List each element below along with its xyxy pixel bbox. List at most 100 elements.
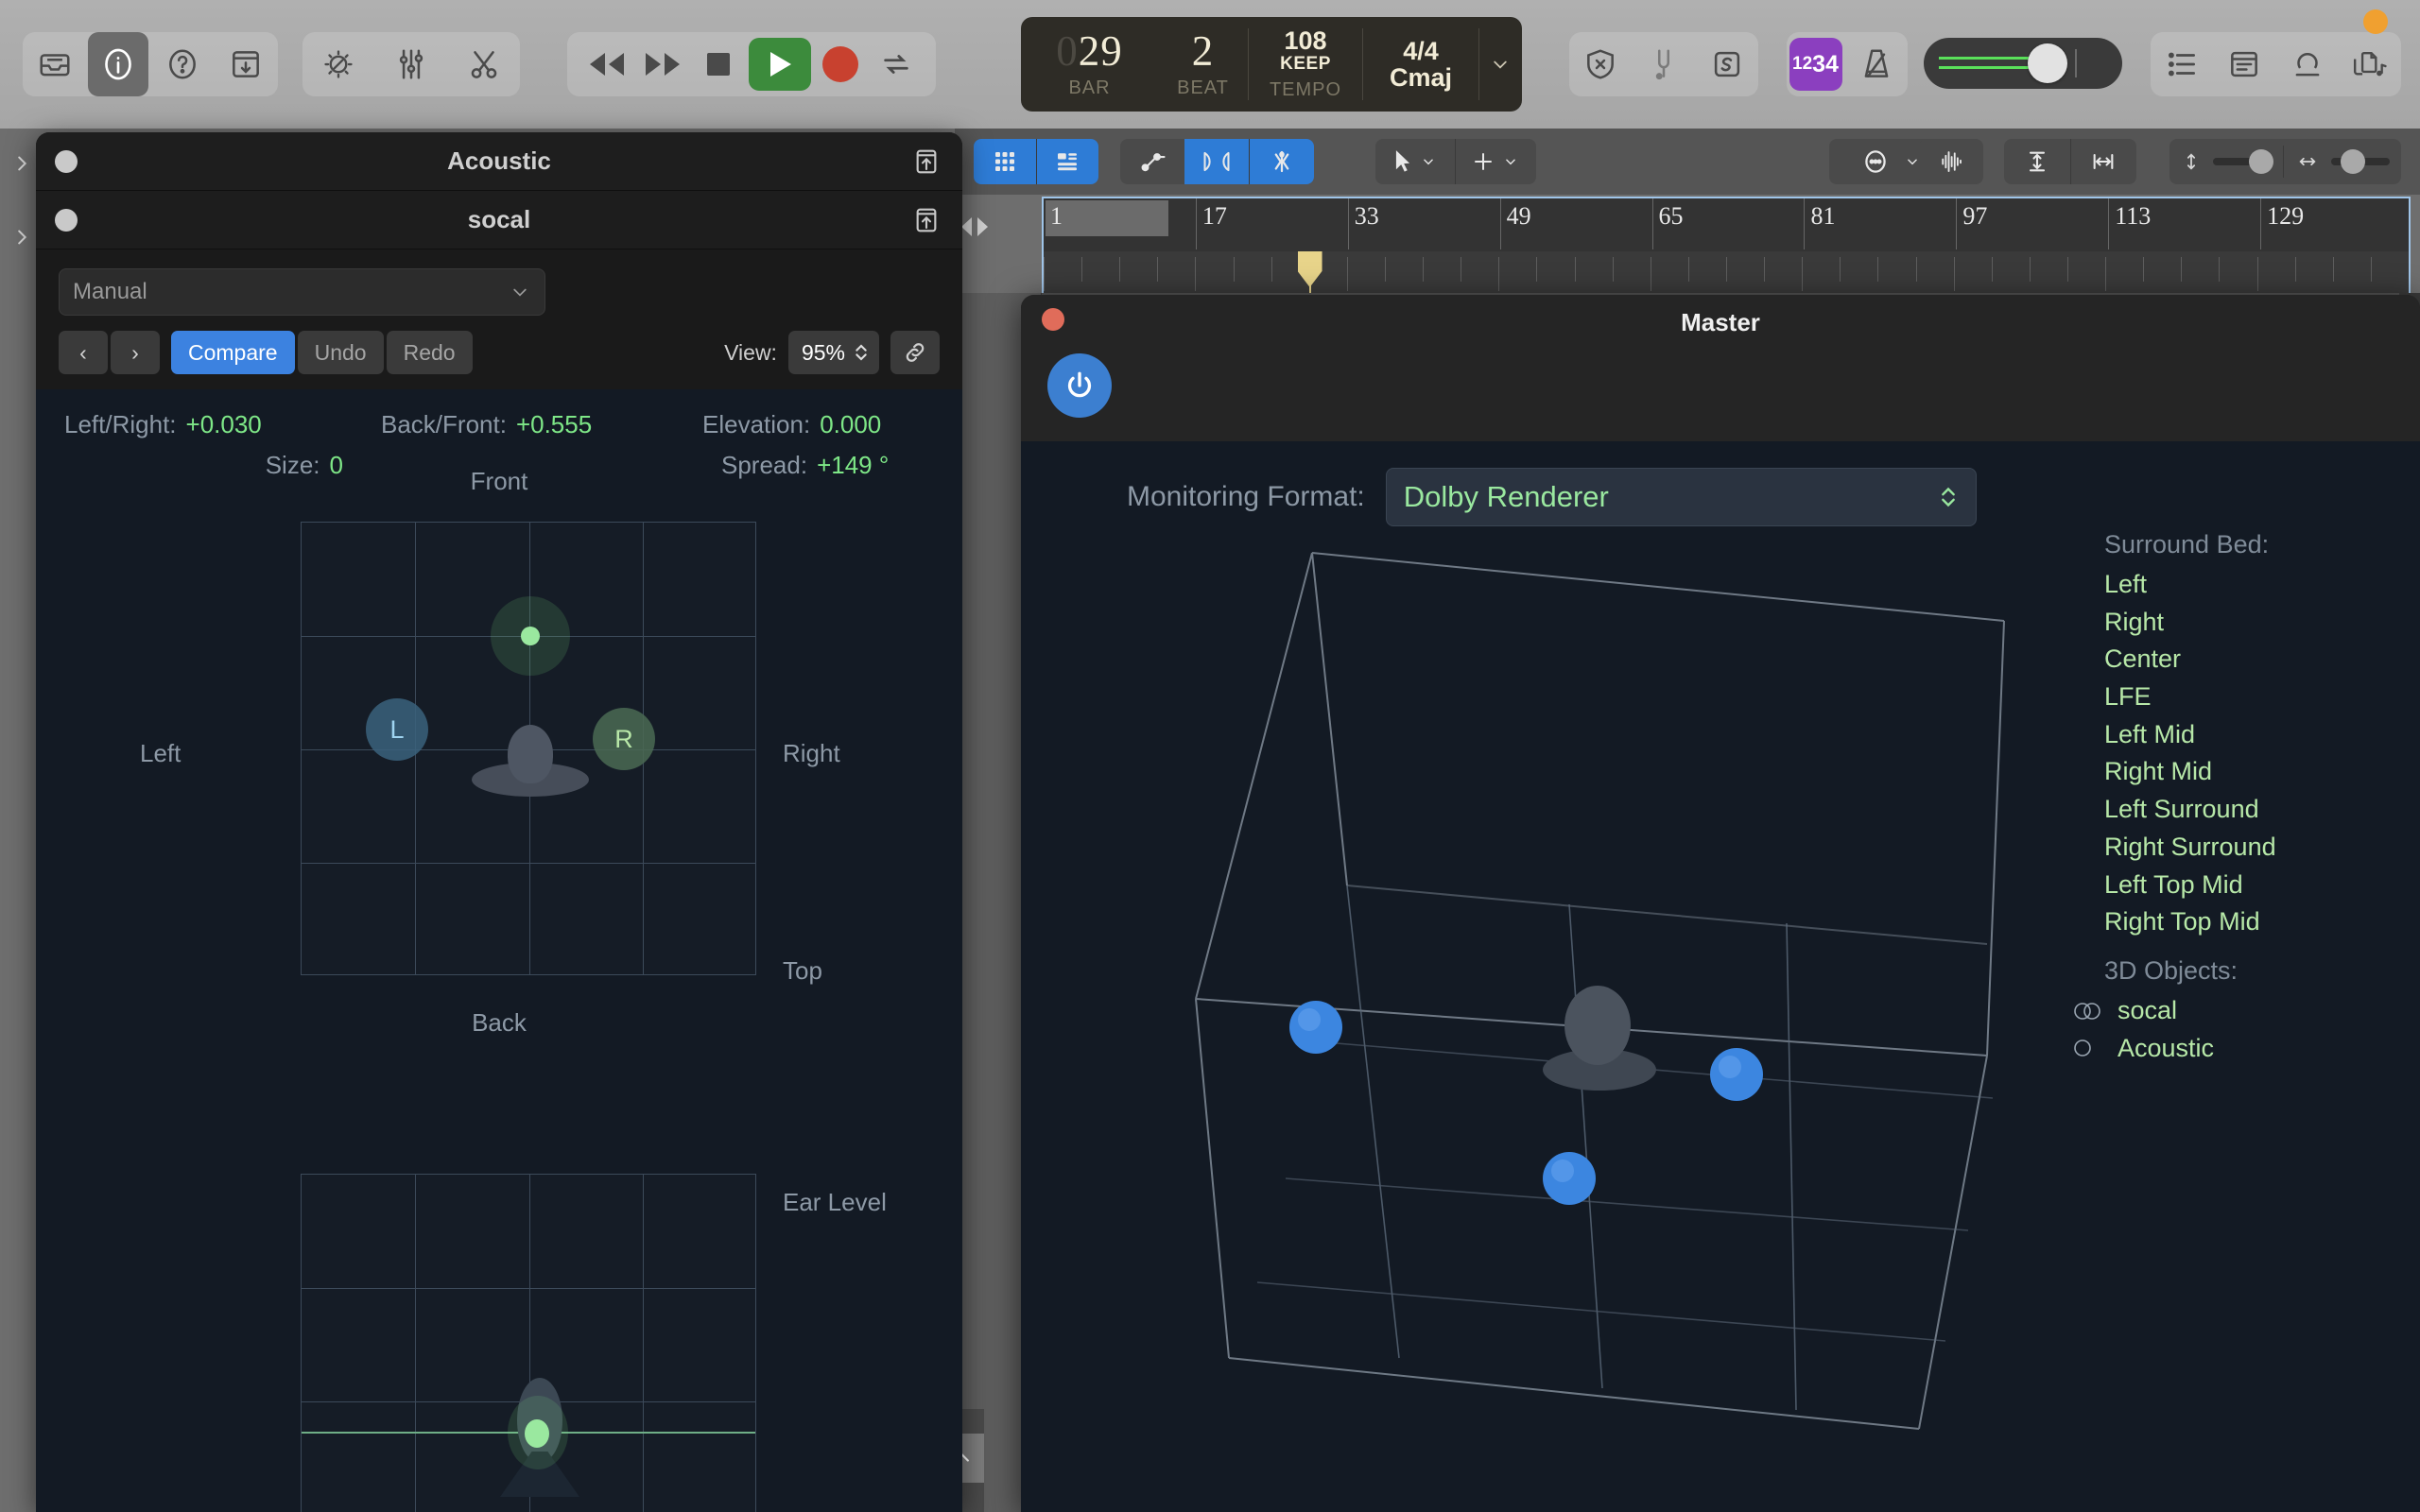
- link-icon[interactable]: [890, 331, 940, 374]
- ruler-mark: 65: [1658, 202, 1684, 230]
- timeline-ruler[interactable]: 1 17 33 49 65 81 97 113 129: [955, 195, 2420, 253]
- master-volume-slider[interactable]: [1924, 38, 2122, 89]
- bed-channel-left-surround[interactable]: Left Surround: [2104, 791, 2397, 829]
- cycle-button[interactable]: [870, 38, 923, 91]
- redo-button[interactable]: Redo: [386, 331, 473, 374]
- horizontal-zoom-icon[interactable]: [2071, 139, 2137, 184]
- room-3d-view[interactable]: [1172, 526, 2023, 1434]
- snap-icon[interactable]: [1250, 139, 1314, 184]
- stop-button[interactable]: [692, 38, 745, 91]
- monitoring-format-select[interactable]: Dolby Renderer: [1385, 468, 1977, 526]
- zoom-sliders-group: [2169, 139, 2401, 184]
- metronome-icon[interactable]: [1847, 32, 1906, 96]
- lcd-time-signature: 4/4: [1403, 36, 1439, 65]
- prev-preset-button[interactable]: ‹: [59, 331, 108, 374]
- loops-icon[interactable]: [2278, 32, 2337, 96]
- inner-close-icon[interactable]: [55, 209, 78, 232]
- vertical-zoom-icon[interactable]: [2004, 139, 2070, 184]
- view-zoom-stepper[interactable]: 95%: [787, 331, 879, 374]
- tuner-icon[interactable]: [308, 32, 369, 96]
- bed-channel-right[interactable]: Right: [2104, 604, 2397, 642]
- play-button[interactable]: [748, 38, 811, 91]
- list-view-icon[interactable]: [1036, 139, 1098, 184]
- help-icon[interactable]: [152, 32, 213, 96]
- ruler-subtick: [1991, 257, 1993, 282]
- elevation-pan-grid[interactable]: [301, 1174, 756, 1512]
- label-left: Left: [140, 739, 182, 767]
- smart-controls-icon[interactable]: [216, 32, 276, 96]
- lcd-display[interactable]: 029 BAR 2 BEAT 108 KEEP TEMPO 4/4 Cmaj: [1021, 17, 1522, 112]
- lcd-chevron-down-icon[interactable]: [1479, 17, 1521, 112]
- expand-inspector-icon[interactable]: [11, 149, 32, 182]
- mixer-icon[interactable]: [381, 32, 441, 96]
- bed-channel-left[interactable]: Left: [2104, 566, 2397, 604]
- horizontal-zoom-slider[interactable]: [2330, 149, 2390, 174]
- ruler-subtick: [2105, 257, 2107, 291]
- status-dot: [2363, 9, 2388, 34]
- flex-icon[interactable]: [1184, 139, 1249, 184]
- readout-back-front: Back/Front: +0.555: [381, 410, 593, 438]
- object-item-acoustic[interactable]: Acoustic: [2072, 1030, 2397, 1068]
- close-icon[interactable]: [55, 150, 78, 173]
- power-icon[interactable]: [1047, 353, 1112, 418]
- ruler-subtick: [1687, 257, 1689, 282]
- fast-forward-button[interactable]: [636, 38, 689, 91]
- object-name: Acoustic: [2118, 1033, 2215, 1062]
- count-in-icon[interactable]: 12 34: [1789, 38, 1842, 91]
- scissors-icon[interactable]: [454, 32, 514, 96]
- grid-view-icon[interactable]: [974, 139, 1036, 184]
- plugin-inner-titlebar[interactable]: socal: [36, 191, 962, 249]
- ruler-subtick: [1574, 257, 1576, 282]
- source-dot[interactable]: [521, 627, 540, 645]
- plugin-inner-panel: socal Manual ‹ › Compare Undo Redo View:…: [36, 191, 962, 1512]
- bed-channel-right-mid[interactable]: Right Mid: [2104, 753, 2397, 791]
- bed-channel-right-surround[interactable]: Right Surround: [2104, 829, 2397, 867]
- panner-readouts: Left/Right: +0.030 Back/Front: +0.555 El…: [36, 389, 962, 439]
- marquee-tool-icon[interactable]: [1456, 139, 1535, 184]
- info-icon[interactable]: [88, 32, 149, 96]
- edit-mode-group: [1120, 139, 1314, 184]
- ruler-subtick: [1536, 257, 1538, 282]
- master-titlebar[interactable]: Master: [1021, 295, 2420, 441]
- bed-channel-left-mid[interactable]: Left Mid: [2104, 716, 2397, 754]
- browsers-icon[interactable]: [2341, 32, 2399, 96]
- undo-button[interactable]: Undo: [297, 331, 384, 374]
- view-label: View:: [724, 339, 777, 365]
- next-preset-button[interactable]: ›: [111, 331, 160, 374]
- bed-channel-left-top-mid[interactable]: Left Top Mid: [2104, 867, 2397, 904]
- bed-channel-right-top-mid[interactable]: Right Top Mid: [2104, 903, 2397, 941]
- ruler-mark: 17: [1201, 202, 1227, 230]
- waveform-icon[interactable]: [1919, 139, 1983, 184]
- puck-left[interactable]: L: [366, 698, 428, 761]
- solo-icon[interactable]: [1698, 32, 1756, 96]
- expand-library-icon[interactable]: [11, 223, 32, 256]
- notes-icon[interactable]: [2215, 32, 2273, 96]
- plugin-outer-titlebar[interactable]: Acoustic: [36, 132, 962, 191]
- ruler-mark: 33: [1354, 202, 1379, 230]
- automation-icon[interactable]: [1120, 139, 1184, 184]
- bed-channel-center[interactable]: Center: [2104, 641, 2397, 679]
- record-button[interactable]: [814, 38, 867, 91]
- open-in-window-icon[interactable]: [911, 146, 942, 182]
- list-editors-icon[interactable]: [2152, 32, 2211, 96]
- room-object-dot: [1289, 1001, 1342, 1054]
- pointer-tool-icon[interactable]: [1375, 139, 1455, 184]
- ruler-subdivisions[interactable]: [1042, 251, 2411, 293]
- puck-right[interactable]: R: [593, 708, 655, 770]
- rewind-button[interactable]: [580, 38, 633, 91]
- tuning-fork-icon[interactable]: [1634, 32, 1693, 96]
- vertical-zoom-slider[interactable]: [2213, 149, 2273, 174]
- library-icon[interactable]: [25, 32, 85, 96]
- low-latency-icon[interactable]: [1571, 32, 1630, 96]
- preset-select[interactable]: Manual: [59, 268, 545, 316]
- ruler-tick: [1651, 198, 1653, 249]
- elevation-dot[interactable]: [525, 1419, 549, 1448]
- top-down-pan-grid[interactable]: L R: [301, 522, 756, 975]
- inner-open-in-window-icon[interactable]: [911, 204, 942, 241]
- label-back: Back: [472, 1008, 527, 1037]
- object-item-socal[interactable]: socal: [2072, 992, 2397, 1030]
- master-body: Monitoring Format: Dolby Renderer Surrou…: [1021, 441, 2420, 1512]
- bed-channel-lfe[interactable]: LFE: [2104, 679, 2397, 716]
- compare-button[interactable]: Compare: [171, 331, 295, 374]
- lcd-tempo-label: TEMPO: [1269, 79, 1342, 101]
